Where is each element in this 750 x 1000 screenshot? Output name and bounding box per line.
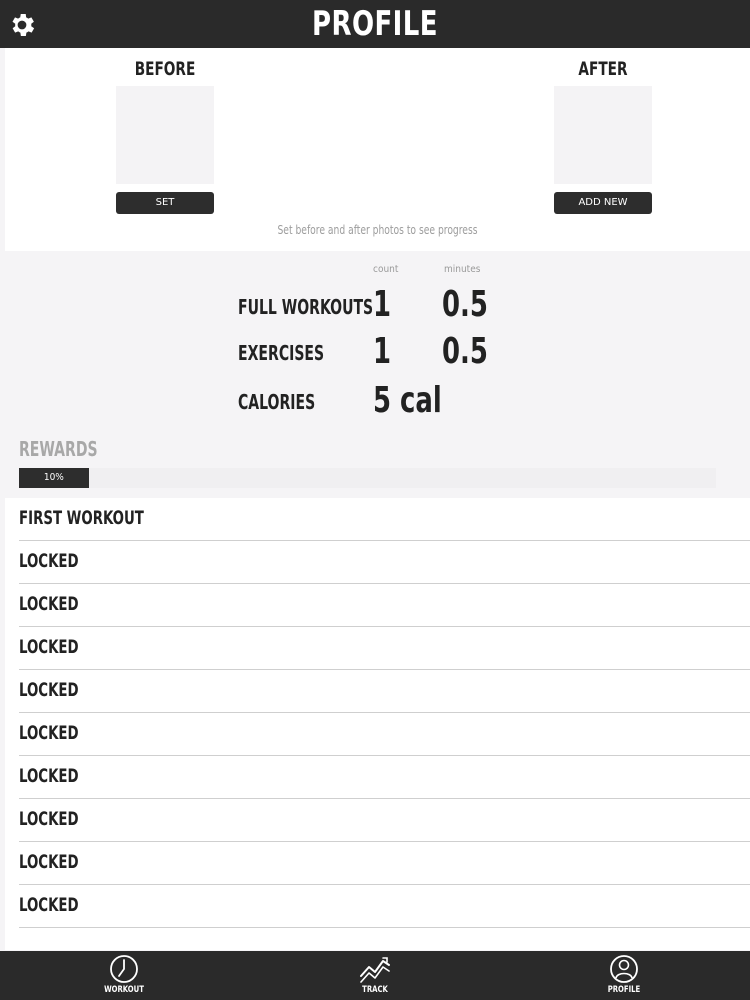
- set-before-button[interactable]: SET: [116, 192, 214, 214]
- tab-profile[interactable]: PROFILE: [584, 951, 664, 1000]
- list-item[interactable]: FIRST WORKOUT: [19, 498, 750, 541]
- photos-section: BEFORE SET AFTER ADD NEW Set before and …: [5, 48, 750, 251]
- exercises-minutes: 0.5: [442, 331, 488, 372]
- reward-item-label: LOCKED: [19, 636, 79, 658]
- after-photo[interactable]: [554, 86, 652, 184]
- list-item[interactable]: LOCKED: [19, 799, 750, 842]
- gear-icon[interactable]: [7, 10, 37, 40]
- reward-item-label: LOCKED: [19, 593, 79, 615]
- list-item[interactable]: LOCKED: [19, 756, 750, 799]
- rewards-list: FIRST WORKOUT LOCKED LOCKED LOCKED LOCKED LOC…: [5, 498, 750, 950]
- rewards-title: REWARDS: [19, 437, 98, 461]
- photos-hint: Set before and after photos to see progr…: [277, 223, 478, 237]
- list-item[interactable]: LOCKED: [19, 541, 750, 584]
- reward-item-label: LOCKED: [19, 722, 79, 744]
- exercises-label: EXERCISES: [238, 341, 325, 365]
- top-bar: PROFILE: [0, 0, 750, 48]
- reward-item-label: LOCKED: [19, 851, 79, 873]
- list-item[interactable]: LOCKED: [19, 584, 750, 627]
- rewards-progress-bar: 10%: [19, 468, 716, 488]
- list-item[interactable]: LOCKED: [19, 885, 750, 928]
- before-label: BEFORE: [134, 58, 196, 80]
- calories-label: CALORIES: [238, 390, 316, 414]
- reward-item-label: LOCKED: [19, 550, 79, 572]
- tab-profile-label: PROFILE: [607, 985, 641, 995]
- reward-item-label: LOCKED: [19, 679, 79, 701]
- user-icon: [610, 955, 638, 983]
- before-photo[interactable]: [116, 86, 214, 184]
- after-label: AFTER: [578, 58, 628, 80]
- page-title: PROFILE: [312, 4, 438, 44]
- list-item[interactable]: LOCKED: [19, 842, 750, 885]
- tab-track-label: TRACK: [362, 985, 388, 995]
- tab-workout-label: WORKOUT: [104, 985, 144, 995]
- reward-item-label: LOCKED: [19, 894, 79, 916]
- full-workouts-label: FULL WORKOUTS: [238, 295, 374, 319]
- calories-value: 5 cal: [373, 380, 442, 421]
- tab-track[interactable]: TRACK: [335, 951, 415, 1000]
- exercises-count: 1: [373, 331, 392, 372]
- tab-workout[interactable]: WORKOUT: [84, 951, 164, 1000]
- list-item[interactable]: LOCKED: [19, 713, 750, 756]
- count-column-header: count: [373, 264, 399, 275]
- reward-item-label: FIRST WORKOUT: [19, 507, 144, 529]
- minutes-column-header: minutes: [444, 264, 481, 275]
- before-photo-column: BEFORE SET: [105, 48, 225, 214]
- full-workouts-count: 1: [373, 284, 392, 325]
- add-new-after-button[interactable]: ADD NEW: [554, 192, 652, 214]
- list-item[interactable]: LOCKED: [19, 627, 750, 670]
- chart-line-icon: [360, 957, 390, 983]
- list-item[interactable]: LOCKED: [19, 670, 750, 713]
- reward-item-label: LOCKED: [19, 765, 79, 787]
- stats-section: count minutes FULL WORKOUTS 1 0.5 EXERCI…: [0, 251, 750, 496]
- after-photo-column: AFTER ADD NEW: [543, 48, 663, 214]
- reward-item-label: LOCKED: [19, 808, 79, 830]
- bottom-tab-bar: WORKOUT TRACK PROFILE: [0, 951, 750, 1000]
- full-workouts-minutes: 0.5: [442, 284, 488, 325]
- clock-icon: [110, 955, 138, 983]
- rewards-progress-fill: 10%: [19, 468, 89, 488]
